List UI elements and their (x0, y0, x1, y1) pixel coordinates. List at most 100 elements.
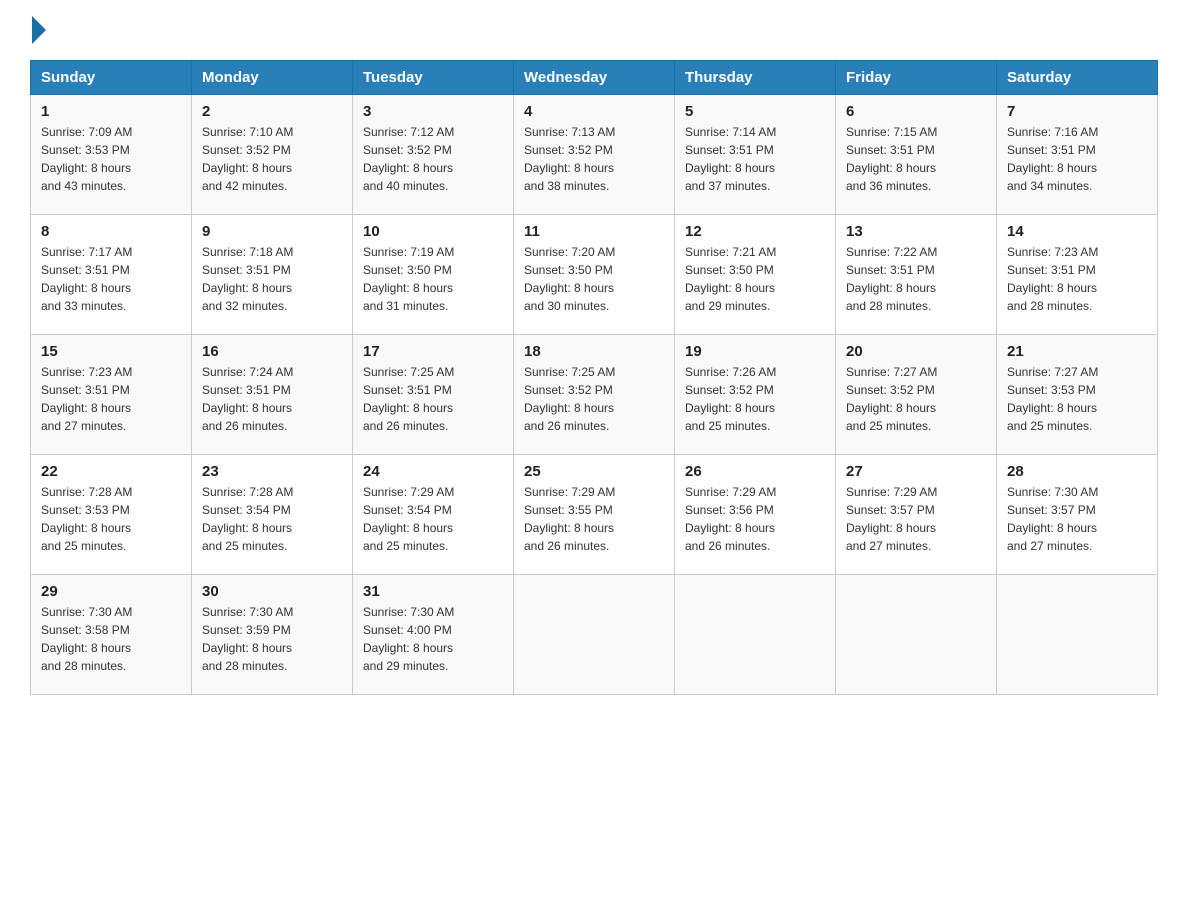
day-info: Sunrise: 7:30 AMSunset: 4:00 PMDaylight:… (363, 603, 503, 675)
calendar-cell: 10 Sunrise: 7:19 AMSunset: 3:50 PMDayligh… (353, 215, 514, 335)
day-info: Sunrise: 7:30 AMSunset: 3:58 PMDaylight:… (41, 603, 181, 675)
day-info: Sunrise: 7:29 AMSunset: 3:55 PMDaylight:… (524, 483, 664, 555)
day-info: Sunrise: 7:29 AMSunset: 3:54 PMDaylight:… (363, 483, 503, 555)
header-thursday: Thursday (675, 61, 836, 95)
day-number: 15 (41, 343, 181, 360)
day-number: 4 (524, 103, 664, 120)
header-monday: Monday (192, 61, 353, 95)
calendar-cell: 18 Sunrise: 7:25 AMSunset: 3:52 PMDayligh… (514, 335, 675, 455)
day-number: 14 (1007, 223, 1147, 240)
day-info: Sunrise: 7:23 AMSunset: 3:51 PMDaylight:… (1007, 243, 1147, 315)
day-info: Sunrise: 7:18 AMSunset: 3:51 PMDaylight:… (202, 243, 342, 315)
calendar-cell: 17 Sunrise: 7:25 AMSunset: 3:51 PMDayligh… (353, 335, 514, 455)
day-info: Sunrise: 7:10 AMSunset: 3:52 PMDaylight:… (202, 123, 342, 195)
day-info: Sunrise: 7:25 AMSunset: 3:52 PMDaylight:… (524, 363, 664, 435)
day-info: Sunrise: 7:28 AMSunset: 3:54 PMDaylight:… (202, 483, 342, 555)
day-number: 25 (524, 463, 664, 480)
day-number: 28 (1007, 463, 1147, 480)
day-info: Sunrise: 7:30 AMSunset: 3:59 PMDaylight:… (202, 603, 342, 675)
calendar-cell: 2 Sunrise: 7:10 AMSunset: 3:52 PMDaylight… (192, 95, 353, 215)
day-info: Sunrise: 7:27 AMSunset: 3:53 PMDaylight:… (1007, 363, 1147, 435)
calendar-week-row: 8Sunrise: 7:17 AMSunset: 3:51 PMDaylight… (31, 215, 1158, 335)
day-info: Sunrise: 7:20 AMSunset: 3:50 PMDaylight:… (524, 243, 664, 315)
day-number: 16 (202, 343, 342, 360)
calendar-cell: 28 Sunrise: 7:30 AMSunset: 3:57 PMDayligh… (997, 455, 1158, 575)
calendar-cell: 27 Sunrise: 7:29 AMSunset: 3:57 PMDayligh… (836, 455, 997, 575)
calendar-cell: 8Sunrise: 7:17 AMSunset: 3:51 PMDaylight… (31, 215, 192, 335)
day-number: 21 (1007, 343, 1147, 360)
calendar-cell: 4 Sunrise: 7:13 AMSunset: 3:52 PMDaylight… (514, 95, 675, 215)
day-info: Sunrise: 7:29 AMSunset: 3:57 PMDaylight:… (846, 483, 986, 555)
logo-triangle-icon (32, 16, 46, 44)
calendar-cell: 14 Sunrise: 7:23 AMSunset: 3:51 PMDayligh… (997, 215, 1158, 335)
day-number: 31 (363, 583, 503, 600)
day-number: 3 (363, 103, 503, 120)
day-number: 1 (41, 103, 181, 120)
calendar-cell: 6 Sunrise: 7:15 AMSunset: 3:51 PMDaylight… (836, 95, 997, 215)
calendar-week-row: 1 Sunrise: 7:09 AMSunset: 3:53 PMDaylight… (31, 95, 1158, 215)
day-number: 9 (202, 223, 342, 240)
calendar-cell: 19 Sunrise: 7:26 AMSunset: 3:52 PMDayligh… (675, 335, 836, 455)
header-friday: Friday (836, 61, 997, 95)
day-number: 7 (1007, 103, 1147, 120)
calendar-week-row: 15 Sunrise: 7:23 AMSunset: 3:51 PMDayligh… (31, 335, 1158, 455)
calendar-cell: 7 Sunrise: 7:16 AMSunset: 3:51 PMDaylight… (997, 95, 1158, 215)
calendar-cell: 29Sunrise: 7:30 AMSunset: 3:58 PMDayligh… (31, 575, 192, 695)
calendar-week-row: 29Sunrise: 7:30 AMSunset: 3:58 PMDayligh… (31, 575, 1158, 695)
day-info: Sunrise: 7:30 AMSunset: 3:57 PMDaylight:… (1007, 483, 1147, 555)
day-number: 5 (685, 103, 825, 120)
calendar-cell: 15 Sunrise: 7:23 AMSunset: 3:51 PMDayligh… (31, 335, 192, 455)
day-info: Sunrise: 7:09 AMSunset: 3:53 PMDaylight:… (41, 123, 181, 195)
day-number: 24 (363, 463, 503, 480)
calendar-cell: 9 Sunrise: 7:18 AMSunset: 3:51 PMDaylight… (192, 215, 353, 335)
calendar-cell: 11 Sunrise: 7:20 AMSunset: 3:50 PMDayligh… (514, 215, 675, 335)
day-number: 11 (524, 223, 664, 240)
calendar-cell: 12 Sunrise: 7:21 AMSunset: 3:50 PMDayligh… (675, 215, 836, 335)
calendar-cell: 25 Sunrise: 7:29 AMSunset: 3:55 PMDayligh… (514, 455, 675, 575)
header-sunday: Sunday (31, 61, 192, 95)
day-number: 19 (685, 343, 825, 360)
calendar-cell: 31 Sunrise: 7:30 AMSunset: 4:00 PMDayligh… (353, 575, 514, 695)
day-info: Sunrise: 7:29 AMSunset: 3:56 PMDaylight:… (685, 483, 825, 555)
day-number: 23 (202, 463, 342, 480)
day-info: Sunrise: 7:26 AMSunset: 3:52 PMDaylight:… (685, 363, 825, 435)
day-number: 10 (363, 223, 503, 240)
calendar-cell: 1 Sunrise: 7:09 AMSunset: 3:53 PMDaylight… (31, 95, 192, 215)
day-number: 8 (41, 223, 181, 240)
calendar-cell: 20Sunrise: 7:27 AMSunset: 3:52 PMDayligh… (836, 335, 997, 455)
day-number: 18 (524, 343, 664, 360)
calendar-week-row: 22 Sunrise: 7:28 AMSunset: 3:53 PMDayligh… (31, 455, 1158, 575)
calendar-cell: 22 Sunrise: 7:28 AMSunset: 3:53 PMDayligh… (31, 455, 192, 575)
header-saturday: Saturday (997, 61, 1158, 95)
logo (30, 20, 46, 40)
day-info: Sunrise: 7:25 AMSunset: 3:51 PMDaylight:… (363, 363, 503, 435)
day-number: 17 (363, 343, 503, 360)
day-info: Sunrise: 7:24 AMSunset: 3:51 PMDaylight:… (202, 363, 342, 435)
day-info: Sunrise: 7:12 AMSunset: 3:52 PMDaylight:… (363, 123, 503, 195)
day-info: Sunrise: 7:13 AMSunset: 3:52 PMDaylight:… (524, 123, 664, 195)
calendar-cell: 26Sunrise: 7:29 AMSunset: 3:56 PMDayligh… (675, 455, 836, 575)
page-header (30, 20, 1158, 40)
day-info: Sunrise: 7:15 AMSunset: 3:51 PMDaylight:… (846, 123, 986, 195)
day-number: 30 (202, 583, 342, 600)
calendar-cell (997, 575, 1158, 695)
day-number: 6 (846, 103, 986, 120)
day-info: Sunrise: 7:28 AMSunset: 3:53 PMDaylight:… (41, 483, 181, 555)
calendar-cell (836, 575, 997, 695)
day-number: 22 (41, 463, 181, 480)
day-number: 27 (846, 463, 986, 480)
day-info: Sunrise: 7:16 AMSunset: 3:51 PMDaylight:… (1007, 123, 1147, 195)
day-number: 13 (846, 223, 986, 240)
day-number: 12 (685, 223, 825, 240)
header-wednesday: Wednesday (514, 61, 675, 95)
day-info: Sunrise: 7:19 AMSunset: 3:50 PMDaylight:… (363, 243, 503, 315)
calendar-cell: 16 Sunrise: 7:24 AMSunset: 3:51 PMDayligh… (192, 335, 353, 455)
calendar-header-row: SundayMondayTuesdayWednesdayThursdayFrid… (31, 61, 1158, 95)
day-number: 2 (202, 103, 342, 120)
day-info: Sunrise: 7:22 AMSunset: 3:51 PMDaylight:… (846, 243, 986, 315)
day-info: Sunrise: 7:14 AMSunset: 3:51 PMDaylight:… (685, 123, 825, 195)
calendar-table: SundayMondayTuesdayWednesdayThursdayFrid… (30, 60, 1158, 695)
day-info: Sunrise: 7:23 AMSunset: 3:51 PMDaylight:… (41, 363, 181, 435)
calendar-cell: 13 Sunrise: 7:22 AMSunset: 3:51 PMDayligh… (836, 215, 997, 335)
day-info: Sunrise: 7:21 AMSunset: 3:50 PMDaylight:… (685, 243, 825, 315)
